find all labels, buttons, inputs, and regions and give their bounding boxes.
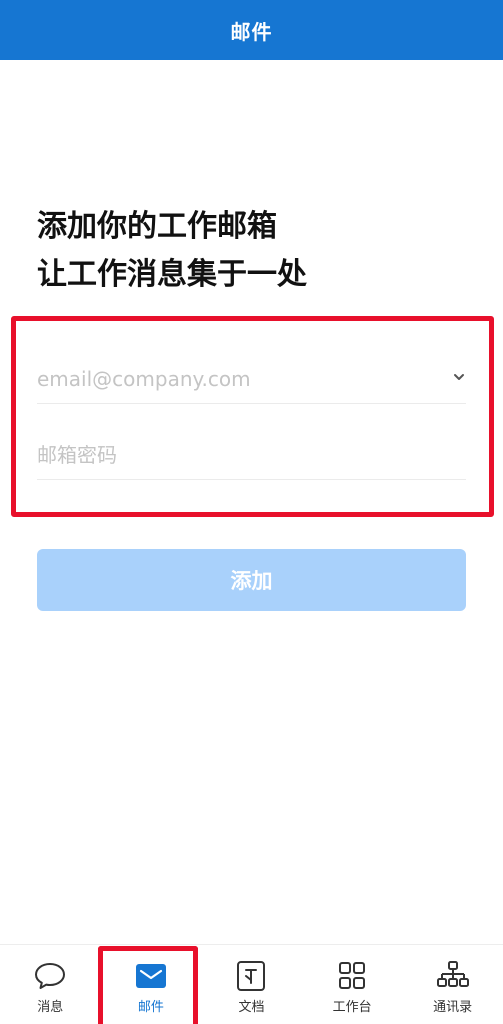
org-chart-icon xyxy=(436,961,470,991)
page-title: 邮件 xyxy=(230,19,273,44)
mail-icon xyxy=(134,961,168,991)
tab-documents[interactable]: 文档 xyxy=(201,945,302,1024)
tab-label: 消息 xyxy=(37,1000,64,1015)
email-input[interactable] xyxy=(37,355,466,403)
form-highlight-box xyxy=(11,316,494,517)
tab-label: 通讯录 xyxy=(433,1000,473,1015)
tab-label: 邮件 xyxy=(137,1000,164,1015)
headline-line-1: 添加你的工作邮箱 xyxy=(37,209,277,244)
chat-bubble-icon xyxy=(33,961,67,991)
chevron-down-icon[interactable] xyxy=(452,369,466,383)
tab-messages[interactable]: 消息 xyxy=(0,945,101,1024)
tab-label: 文档 xyxy=(238,1000,265,1015)
tab-contacts[interactable]: 通讯录 xyxy=(402,945,503,1024)
setup-headline: 添加你的工作邮箱 让工作消息集于一处 xyxy=(37,203,467,299)
add-button[interactable]: 添加 xyxy=(37,549,466,611)
mail-setup-screen: 邮件 添加你的工作邮箱 让工作消息集于一处 添加 消息 xyxy=(0,0,503,1024)
email-field xyxy=(37,355,466,404)
headline-line-2: 让工作消息集于一处 xyxy=(37,257,307,292)
tab-mail[interactable]: 邮件 xyxy=(101,945,202,1024)
grid-icon xyxy=(335,961,369,991)
password-input[interactable] xyxy=(37,431,466,479)
top-bar: 邮件 xyxy=(0,0,503,60)
bottom-tab-bar: 消息 邮件 文档 工作台 通讯录 xyxy=(0,944,503,1024)
password-field xyxy=(37,431,466,480)
tab-workbench[interactable]: 工作台 xyxy=(302,945,403,1024)
tab-label: 工作台 xyxy=(332,1000,372,1015)
document-icon xyxy=(234,961,268,991)
